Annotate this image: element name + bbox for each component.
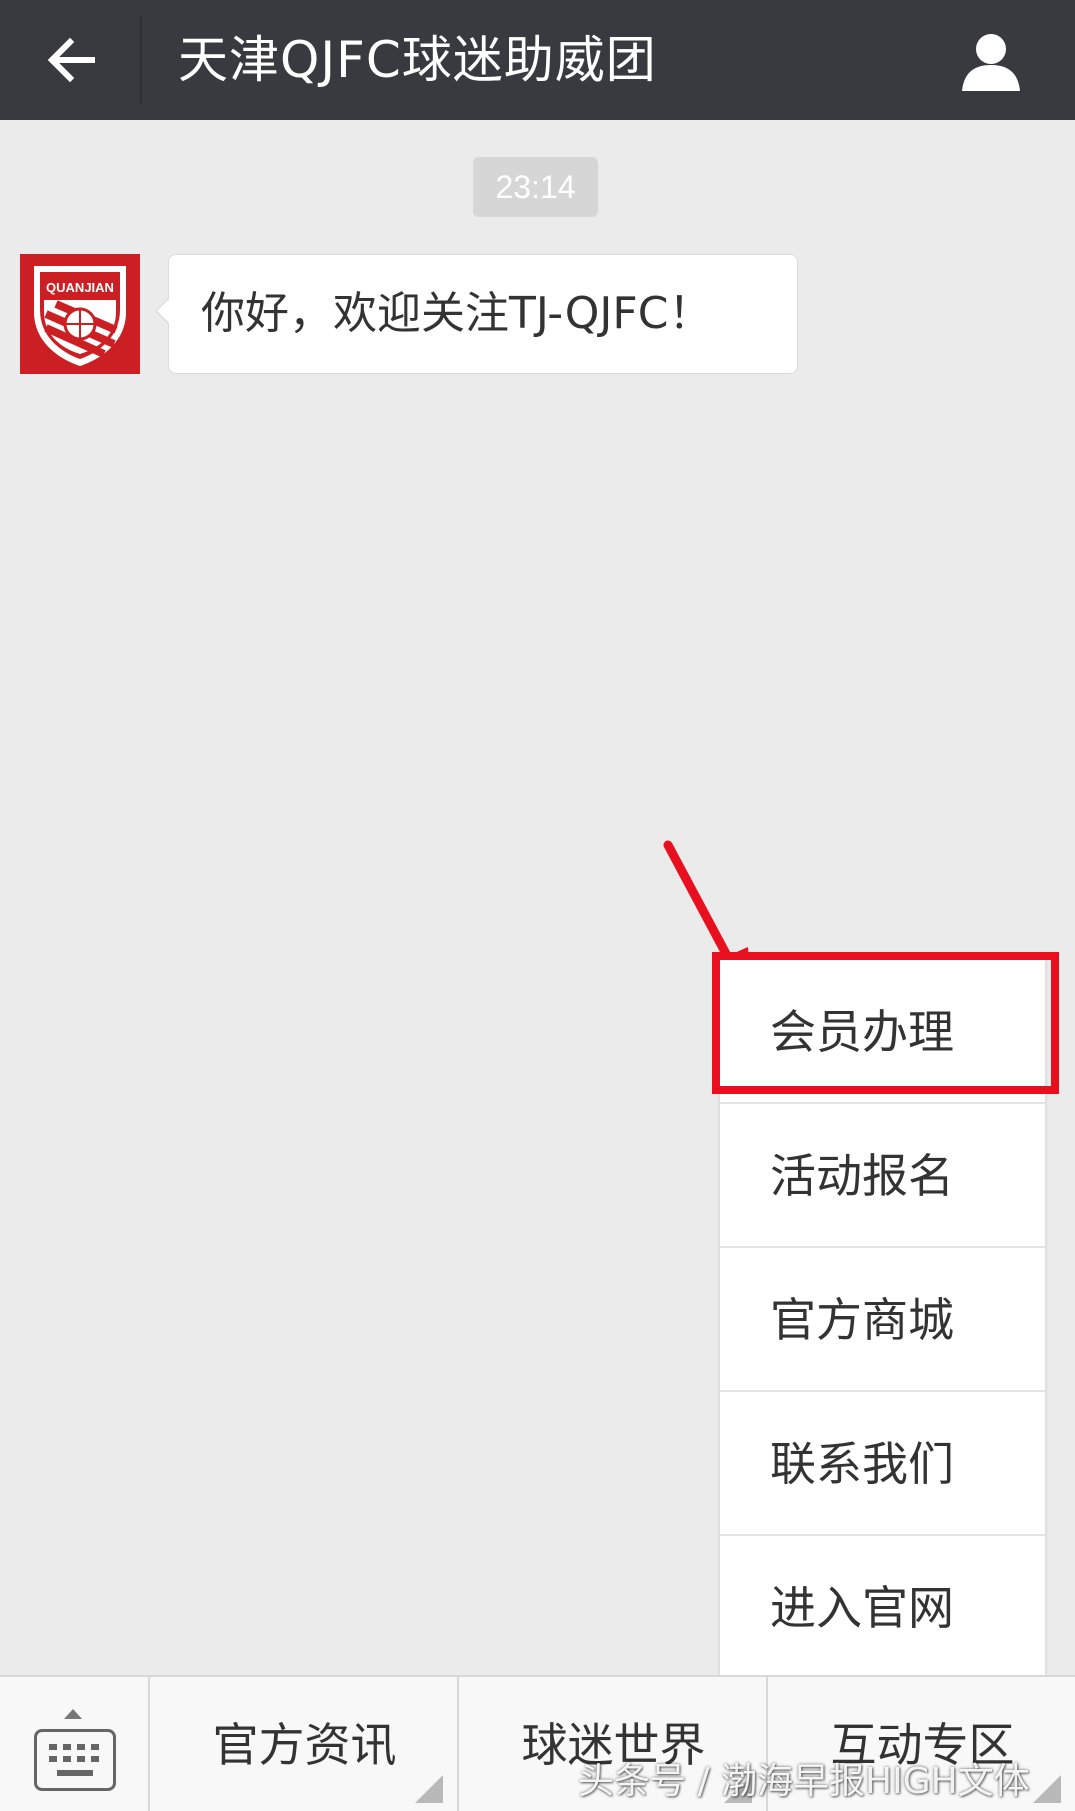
back-arrow-icon — [47, 37, 95, 83]
menu-item-contact-us[interactable]: 联系我们 — [720, 1392, 1045, 1536]
highlight-box — [712, 952, 1059, 1094]
top-bar: 天津QJFC球迷助威团 — [0, 0, 1075, 120]
back-button[interactable] — [30, 18, 114, 102]
club-crest-icon: QUANJIAN — [20, 254, 140, 374]
message-timestamp: 23:14 — [473, 157, 598, 217]
submenu-corner-icon — [1033, 1775, 1061, 1803]
profile-button[interactable] — [947, 16, 1035, 104]
tab-official-news[interactable]: 官方资讯 — [152, 1677, 459, 1811]
submenu-corner-icon — [415, 1775, 443, 1803]
message-bubble: 你好，欢迎关注TJ-QJFC！ — [155, 254, 798, 374]
person-icon — [962, 34, 1020, 91]
page-title: 天津QJFC球迷助威团 — [178, 31, 657, 89]
keyboard-toggle-button[interactable] — [0, 1677, 150, 1811]
tab-label: 官方资讯 — [212, 1718, 397, 1772]
avatar-crest-text: QUANJIAN — [46, 280, 114, 295]
chevron-up-icon — [64, 1709, 82, 1719]
menu-item-event-signup[interactable]: 活动报名 — [720, 1104, 1045, 1248]
avatar[interactable]: QUANJIAN — [20, 254, 140, 374]
keyboard-icon — [34, 1729, 116, 1791]
watermark: 头条号 / 渤海早报HIGH文体 — [578, 1761, 1030, 1802]
menu-item-official-store[interactable]: 官方商城 — [720, 1248, 1045, 1392]
menu-item-official-site[interactable]: 进入官网 — [720, 1536, 1045, 1680]
header-divider — [140, 16, 142, 104]
